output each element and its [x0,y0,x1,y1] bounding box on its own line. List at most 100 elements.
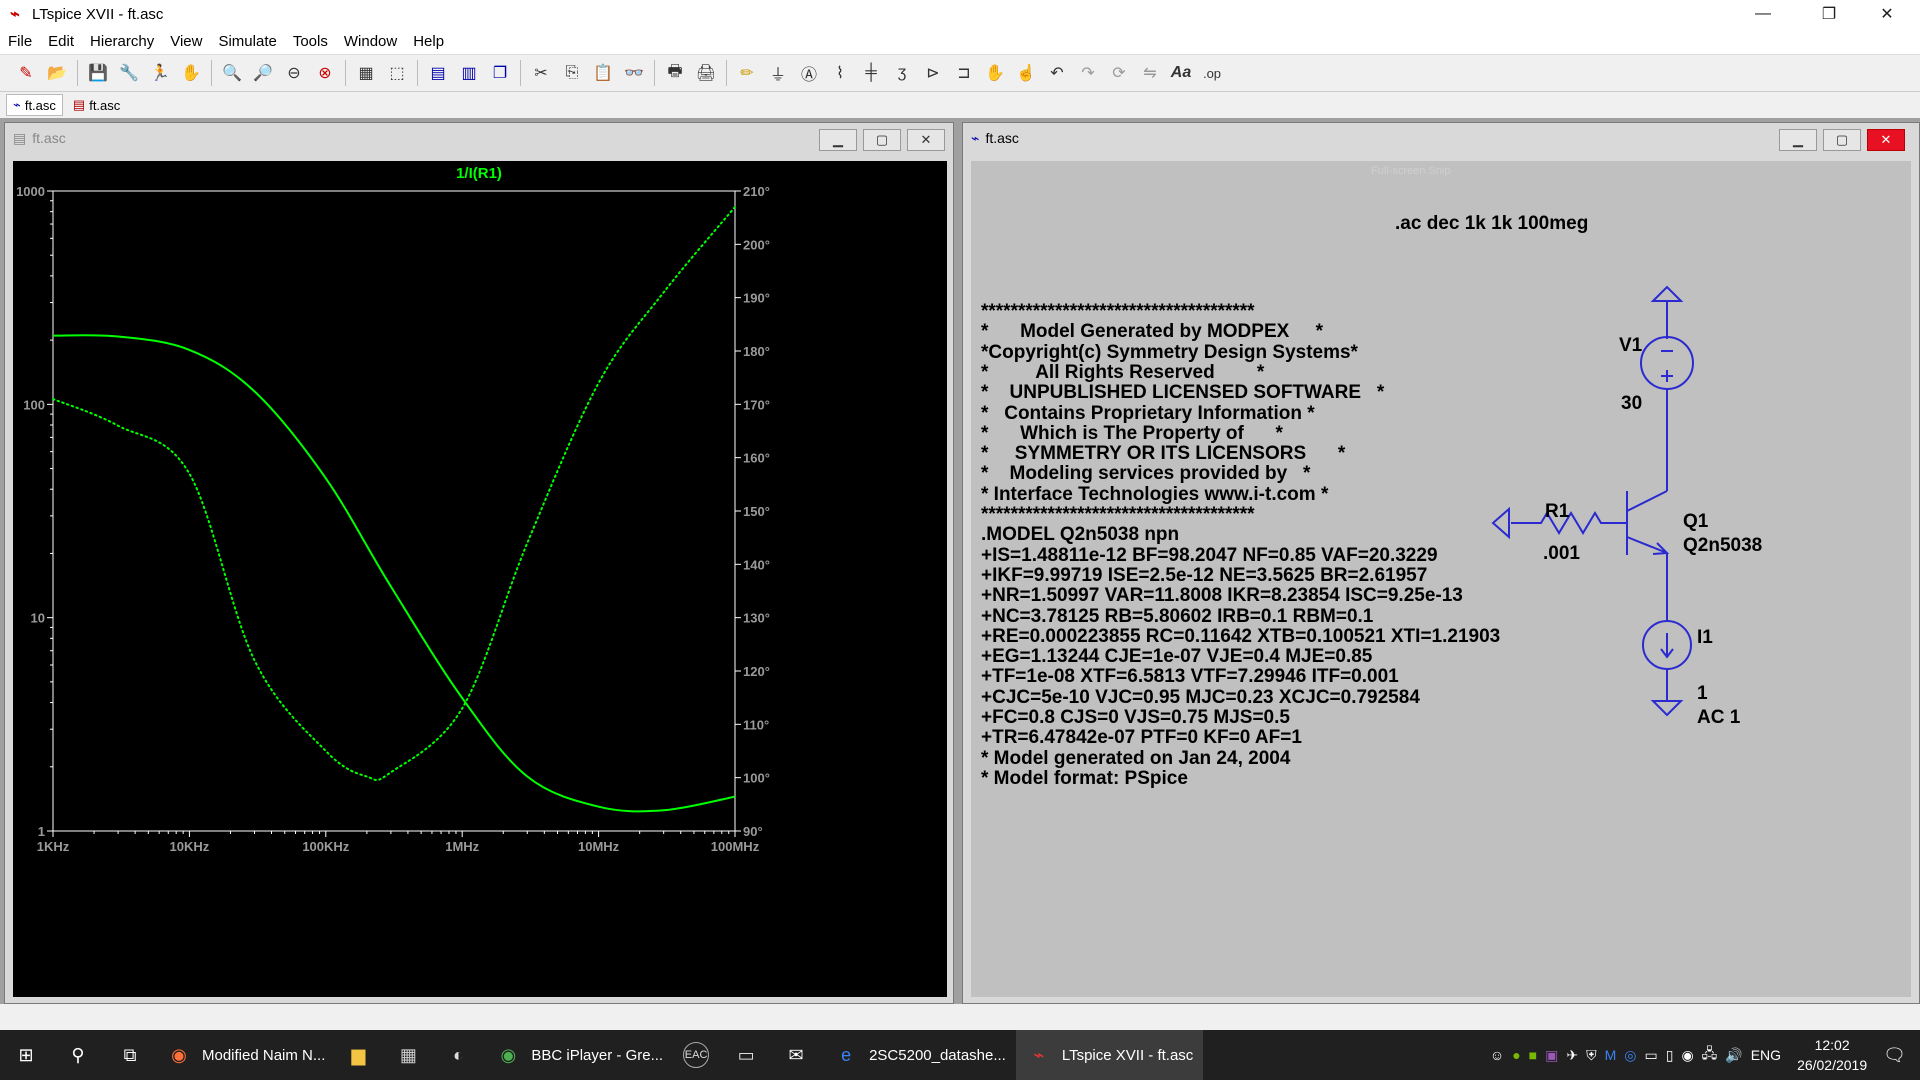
q1-label[interactable]: Q1 [1683,511,1708,533]
halt-icon[interactable]: ✋ [177,59,205,87]
minimize-button[interactable]: — [1734,0,1792,28]
label-icon[interactable]: Ⓐ [795,59,823,87]
i1-label[interactable]: I1 [1697,627,1713,649]
resistor-icon[interactable]: ⌇ [826,59,854,87]
menu-help[interactable]: Help [405,33,452,50]
text-icon[interactable]: Aa [1167,59,1195,87]
language-indicator[interactable]: ENG [1751,1047,1781,1063]
component-icon[interactable]: ⊐ [950,59,978,87]
monitor-icon[interactable]: ▣ [1545,1047,1558,1064]
sync-icon[interactable]: ◎ [1624,1047,1636,1064]
move-icon[interactable]: ✋ [981,59,1009,87]
security-icon[interactable]: ⛨ [1586,1047,1597,1064]
v1-label[interactable]: V1 [1619,335,1642,357]
r1-label[interactable]: R1 [1545,501,1569,523]
menu-simulate[interactable]: Simulate [210,33,284,50]
phase-trace[interactable] [52,206,736,782]
spice-directive-icon[interactable]: .op [1198,59,1226,87]
display-icon[interactable]: ▭ [1644,1047,1657,1064]
schematic-canvas[interactable]: Full-screen Snip .ac dec 1k 1k 100meg **… [971,161,1911,997]
redo-icon[interactable]: ↷ [1074,59,1102,87]
taskbar-item[interactable]: ⌁ LTspice XVII - ft.asc [1015,1030,1204,1080]
trace-label[interactable]: 1/I(R1) [456,165,502,182]
drag-icon[interactable]: ☝ [1012,59,1040,87]
run-icon[interactable]: 🏃 [146,59,174,87]
diode-icon[interactable]: ⊳ [919,59,947,87]
taskbar-item[interactable]: EAC [673,1030,723,1080]
autorange-icon[interactable]: ▦ [352,59,380,87]
taskbar-item[interactable]: ▭ [723,1030,773,1080]
schematic-close-button[interactable]: ✕ [1867,129,1905,151]
airplane-icon[interactable]: ✈ [1566,1047,1578,1064]
menu-view[interactable]: View [162,33,210,50]
tile-vertical-icon[interactable]: ▥ [455,59,483,87]
find-icon[interactable]: 👓 [620,59,648,87]
magnitude-trace[interactable] [52,334,736,813]
nvidia-icon[interactable]: ● [1512,1047,1520,1063]
menu-edit[interactable]: Edit [40,33,82,50]
new-schematic-icon[interactable]: ✎ [12,59,40,87]
i1-ac[interactable]: AC 1 [1697,707,1740,729]
maximize-button[interactable]: ❐ [1800,0,1858,28]
menu-tools[interactable]: Tools [285,33,336,50]
zoom-fit-icon[interactable]: ⊗ [311,59,339,87]
start-button[interactable]: ⊞ [0,1030,52,1080]
taskbar-item[interactable]: ◉ BBC iPlayer - Gre... [485,1030,673,1080]
waveform-close-button[interactable]: ✕ [907,129,945,151]
taskbar-item[interactable]: ▆ [335,1030,385,1080]
gpu-icon[interactable]: ■ [1529,1047,1537,1063]
i1-value[interactable]: 1 [1697,683,1708,705]
clock[interactable]: 12:02 26/02/2019 [1789,1035,1875,1075]
v1-value[interactable]: 30 [1621,393,1642,415]
zoom-in-icon[interactable]: 🔍 [218,59,246,87]
search-button[interactable]: ⚲ [52,1030,104,1080]
taskbar-item[interactable]: e 2SC5200_datashe... [823,1030,1016,1080]
waveform-maximize-button[interactable]: ▢ [863,129,901,151]
zoom-pan-icon[interactable]: 🔎 [249,59,277,87]
ground-icon[interactable]: ⏚ [764,59,792,87]
taskbar-item[interactable]: ◉ Modified Naim N... [156,1030,335,1080]
r1-value[interactable]: .001 [1543,543,1580,565]
schematic-minimize-button[interactable]: ▁ [1779,129,1817,151]
close-button[interactable]: ✕ [1858,0,1916,28]
menu-window[interactable]: Window [336,33,405,50]
task-view-button[interactable]: ⧉ [104,1030,156,1080]
undo-icon[interactable]: ↶ [1043,59,1071,87]
save-icon[interactable]: 💾 [84,59,112,87]
waveform-minimize-button[interactable]: ▁ [819,129,857,151]
control-panel-icon[interactable]: 🔧 [115,59,143,87]
taskbar-item[interactable]: ◐ [435,1030,485,1080]
mirror-icon[interactable]: ⇋ [1136,59,1164,87]
q1-model[interactable]: Q2n5038 [1683,535,1762,557]
network-icon[interactable]: 🖧 [1702,1043,1718,1067]
pencil-icon[interactable]: ✏ [733,59,761,87]
inductor-icon[interactable]: ʒ [888,59,916,87]
x-tick-label: 100MHz [711,839,760,854]
cascade-icon[interactable]: ❐ [486,59,514,87]
waveform-plot[interactable]: 1/I(R1) 1KHz 10KHz 100KHz 1MHz 10MHz 100MHz11… [13,161,947,997]
tab-waveform[interactable]: ▤ ft.asc [67,95,126,115]
notifications-icon[interactable]: 🗨 [1883,1045,1906,1066]
malwarebytes-icon[interactable]: M [1605,1047,1617,1063]
usb-icon[interactable]: ▯ [1666,1047,1674,1064]
print-icon[interactable]: 🖶 [661,59,689,87]
paste-icon[interactable]: 📋 [589,59,617,87]
volume-icon[interactable]: 🔊 [1725,1047,1742,1064]
tab-schematic[interactable]: ⌁ ft.asc [6,94,63,116]
zoom-out-icon[interactable]: ⊖ [280,59,308,87]
copy-icon[interactable]: ⎘ [558,59,586,87]
rotate-icon[interactable]: ⟳ [1105,59,1133,87]
steam-icon[interactable]: ◉ [1681,1047,1693,1064]
tile-horizontal-icon[interactable]: ▤ [424,59,452,87]
menu-hierarchy[interactable]: Hierarchy [82,33,162,50]
grid-icon[interactable]: ⬚ [383,59,411,87]
people-icon[interactable]: ☺ [1490,1047,1504,1063]
taskbar-item[interactable]: ▦ [385,1030,435,1080]
taskbar-item[interactable]: ✉ [773,1030,823,1080]
capacitor-icon[interactable]: ╪ [857,59,885,87]
print-setup-icon[interactable]: 🖨 [692,59,720,87]
menu-file[interactable]: File [0,33,40,50]
cut-icon[interactable]: ✂ [527,59,555,87]
schematic-maximize-button[interactable]: ▢ [1823,129,1861,151]
open-icon[interactable]: 📂 [43,59,71,87]
